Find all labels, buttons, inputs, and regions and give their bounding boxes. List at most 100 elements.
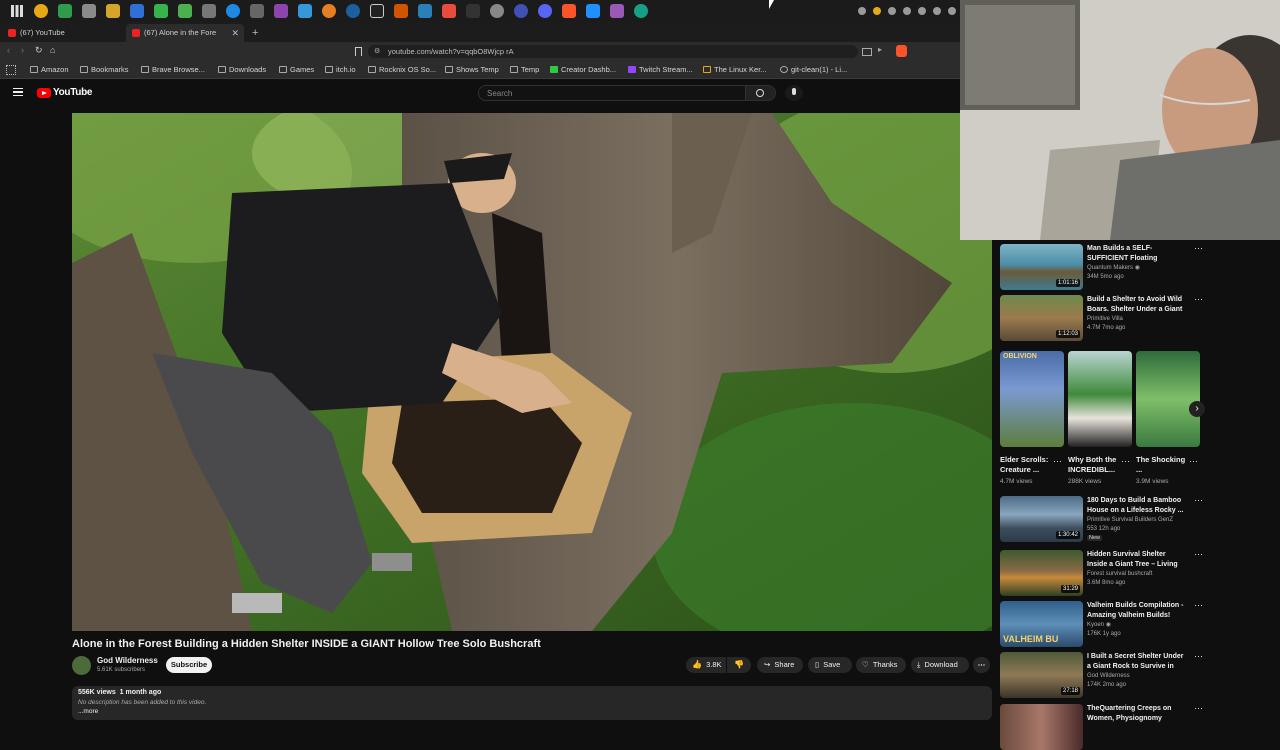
apps-grid-icon[interactable] bbox=[6, 65, 16, 75]
search-input[interactable]: Search bbox=[478, 85, 746, 101]
video-title[interactable]: Hidden Survival Shelter Inside a Giant T… bbox=[1087, 550, 1185, 570]
short-title[interactable]: Why Both the INCREDIBL... bbox=[1068, 455, 1124, 475]
video-thumbnail[interactable] bbox=[1000, 704, 1083, 750]
close-tab-icon[interactable]: ✕ bbox=[231, 24, 239, 42]
site-info-icon[interactable]: ⚙ bbox=[374, 45, 380, 58]
share-icon[interactable]: ▸ bbox=[878, 45, 882, 54]
more-options-icon[interactable]: ⋯ bbox=[1121, 456, 1130, 467]
video-title[interactable]: I Built a Secret Shelter Under a Giant R… bbox=[1087, 652, 1185, 672]
channel-name[interactable]: God Wilderness bbox=[1087, 672, 1185, 681]
tab-youtube-home[interactable]: (67) YouTube bbox=[2, 24, 120, 42]
tab-current-video[interactable]: (67) Alone in the Fore ✕ bbox=[126, 24, 244, 42]
video-thumbnail[interactable]: 1:01:16 bbox=[1000, 244, 1083, 290]
more-options-icon[interactable]: ⋯ bbox=[1194, 550, 1203, 559]
app-icon[interactable] bbox=[442, 4, 456, 18]
app-icon[interactable] bbox=[274, 4, 288, 18]
reload-icon[interactable]: ↻ bbox=[35, 45, 43, 56]
tray-icon[interactable] bbox=[888, 7, 896, 15]
more-options-icon[interactable]: ⋯ bbox=[1189, 456, 1198, 467]
bookmark-item[interactable]: Twitch Stream... bbox=[628, 64, 693, 75]
video-thumbnail[interactable]: 1:12:03 bbox=[1000, 295, 1083, 341]
brave-shields-icon[interactable] bbox=[896, 45, 907, 57]
bookmark-item[interactable]: The Linux Ker... bbox=[703, 64, 767, 75]
more-options-icon[interactable]: ⋯ bbox=[1194, 601, 1203, 610]
dislike-button[interactable]: 👎 bbox=[727, 657, 751, 673]
app-icon[interactable] bbox=[82, 4, 96, 18]
app-icon[interactable] bbox=[490, 4, 504, 18]
video-thumbnail[interactable]: VALHEIM BU bbox=[1000, 601, 1083, 647]
description-box[interactable]: 556K views 1 month ago No description ha… bbox=[72, 686, 992, 720]
brave-icon[interactable] bbox=[562, 4, 576, 18]
bookmark-item[interactable]: Creator Dashb... bbox=[550, 64, 616, 75]
app-icon[interactable] bbox=[634, 4, 648, 18]
tray-icon[interactable] bbox=[873, 7, 881, 15]
short-title[interactable]: Elder Scrolls: Creature ... bbox=[1000, 455, 1056, 475]
app-icon[interactable] bbox=[418, 4, 432, 18]
bookmark-item[interactable]: Rocknix OS So... bbox=[368, 64, 436, 75]
short-title[interactable]: The Shocking ... bbox=[1136, 455, 1192, 475]
tray-icon[interactable] bbox=[933, 7, 941, 15]
video-title[interactable]: 180 Days to Build a Bamboo House on a Li… bbox=[1087, 496, 1185, 515]
video-title[interactable]: Man Builds a SELF-SUFFICIENT Floating Ba… bbox=[1087, 244, 1185, 264]
video-title[interactable]: Build a Shelter to Avoid Wild Boars. She… bbox=[1087, 295, 1185, 315]
steam-icon[interactable] bbox=[346, 4, 360, 18]
bookmark-item[interactable]: Downloads bbox=[218, 64, 266, 75]
tray-icon[interactable] bbox=[948, 7, 956, 15]
bookmark-page-icon[interactable] bbox=[355, 47, 362, 56]
app-icon[interactable] bbox=[226, 4, 240, 18]
app-icon[interactable] bbox=[394, 4, 408, 18]
save-button[interactable]: ▯ Save bbox=[808, 657, 852, 673]
more-options-icon[interactable]: ⋯ bbox=[1194, 652, 1203, 661]
app-icon[interactable] bbox=[58, 4, 72, 18]
app-icon[interactable] bbox=[178, 4, 192, 18]
subscribe-button[interactable]: Subscribe bbox=[166, 657, 212, 673]
thanks-button[interactable]: ♡ Thanks bbox=[856, 657, 906, 673]
back-icon[interactable]: ‹ bbox=[7, 45, 10, 55]
bookmark-item[interactable]: Temp bbox=[510, 64, 539, 75]
channel-name[interactable]: Primitive Villa bbox=[1087, 315, 1185, 324]
more-options-icon[interactable]: ⋯ bbox=[1194, 496, 1203, 505]
home-icon[interactable]: ⌂ bbox=[50, 45, 55, 55]
bookmark-item[interactable]: Shows Temp bbox=[445, 64, 499, 75]
video-title[interactable]: TheQuartering Creeps on Women, Physiogno… bbox=[1087, 704, 1185, 724]
channel-name[interactable]: God Wilderness bbox=[97, 656, 158, 665]
more-options-icon[interactable]: ⋯ bbox=[1194, 295, 1203, 304]
app-icon[interactable] bbox=[130, 4, 144, 18]
cast-icon[interactable] bbox=[862, 48, 872, 56]
bookmark-item[interactable]: Bookmarks bbox=[80, 64, 129, 75]
short-thumbnail[interactable] bbox=[1136, 351, 1200, 447]
search-button[interactable] bbox=[746, 85, 776, 101]
tray-icon[interactable] bbox=[918, 7, 926, 15]
channel-name[interactable]: Kyoen ◉ bbox=[1087, 621, 1185, 630]
short-thumbnail[interactable]: OBLIVION bbox=[1000, 351, 1064, 447]
video-thumbnail[interactable]: 1:30:42 bbox=[1000, 496, 1083, 542]
address-bar[interactable]: ⚙ youtube.com/watch?v=qqbO8Wjcp rA bbox=[368, 45, 858, 58]
new-tab-icon[interactable]: + bbox=[252, 24, 258, 42]
app-icon[interactable] bbox=[586, 4, 600, 18]
hamburger-menu-icon[interactable] bbox=[13, 88, 23, 96]
voice-search-button[interactable] bbox=[785, 85, 803, 101]
channel-avatar[interactable] bbox=[72, 656, 91, 675]
share-button[interactable]: ↪ Share bbox=[757, 657, 803, 673]
channel-name[interactable]: Primitive Survival Builders GenZ bbox=[1087, 516, 1185, 525]
app-icon[interactable] bbox=[250, 4, 264, 18]
app-icon[interactable] bbox=[106, 4, 120, 18]
bookmark-item[interactable]: Brave Browse... bbox=[141, 64, 205, 75]
terminal-icon[interactable] bbox=[466, 4, 480, 18]
app-icon[interactable] bbox=[34, 4, 48, 18]
more-actions-button[interactable]: ⋯ bbox=[973, 657, 990, 673]
bookmark-item[interactable]: Amazon bbox=[30, 64, 69, 75]
video-player[interactable] bbox=[72, 113, 992, 631]
app-icon[interactable] bbox=[370, 4, 384, 18]
app-icon[interactable] bbox=[610, 4, 624, 18]
forward-icon[interactable]: › bbox=[21, 45, 24, 55]
bookmark-item[interactable]: Games bbox=[279, 64, 314, 75]
show-more-link[interactable]: ...more bbox=[78, 708, 98, 715]
app-icon[interactable] bbox=[154, 4, 168, 18]
channel-name[interactable]: Quantum Makers ◉ bbox=[1087, 264, 1185, 273]
tray-icon[interactable] bbox=[858, 7, 866, 15]
bookmark-item[interactable]: git-clean(1) - Li... bbox=[780, 64, 847, 75]
app-icon[interactable] bbox=[202, 4, 216, 18]
app-icon[interactable] bbox=[514, 4, 528, 18]
more-options-icon[interactable]: ⋯ bbox=[1194, 704, 1203, 713]
